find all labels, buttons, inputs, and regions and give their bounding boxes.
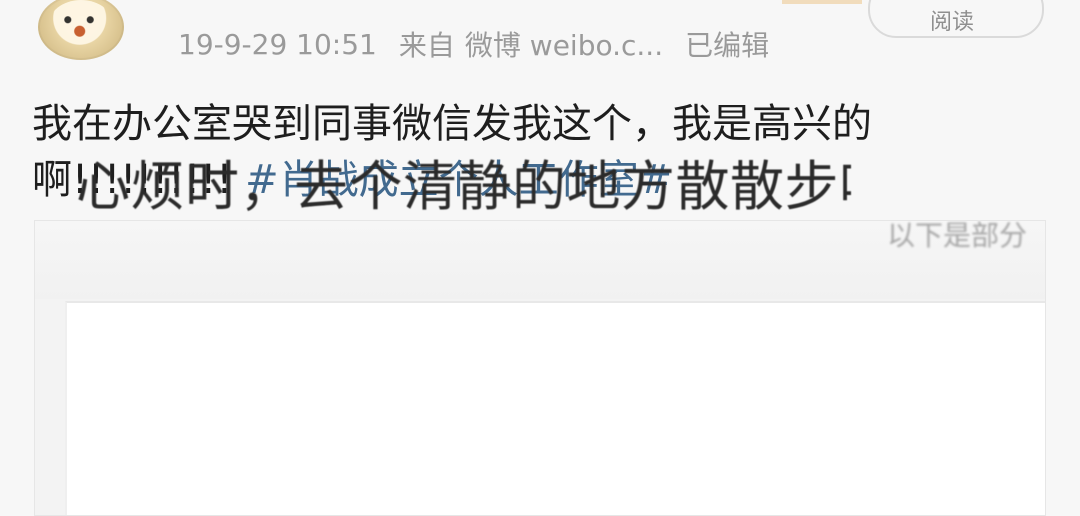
image-header-area: 以下是部分 bbox=[35, 221, 1045, 299]
post-timestamp: 19-9-29 10:51 bbox=[178, 27, 377, 61]
source-prefix: 来自 bbox=[398, 29, 455, 62]
user-avatar[interactable] bbox=[38, 0, 124, 60]
edited-badge: 已编辑 bbox=[685, 29, 770, 62]
user-avatar-icon bbox=[48, 0, 114, 52]
image-main-text-cutoff: 吧 bbox=[839, 142, 851, 221]
image-message-card bbox=[65, 301, 1045, 515]
decorative-accent-line bbox=[782, 0, 862, 4]
image-main-text-visible: 心烦时，去个清静的地方散散步 bbox=[76, 155, 839, 218]
read-button-label: 阅读 bbox=[930, 10, 975, 35]
post-source[interactable]: 来自 微博 weibo.c... bbox=[399, 24, 663, 64]
image-top-text: 以下是部分 bbox=[886, 220, 1027, 252]
post-meta: 19-9-29 10:51 来自 微博 weibo.c... 已编辑 bbox=[178, 24, 769, 64]
post-image[interactable]: 以下是部分 bbox=[34, 220, 1046, 516]
image-main-text: 心烦时，去个清静的地方散散步吧 bbox=[76, 142, 851, 221]
source-name[interactable]: 微博 weibo.c... bbox=[465, 24, 663, 64]
